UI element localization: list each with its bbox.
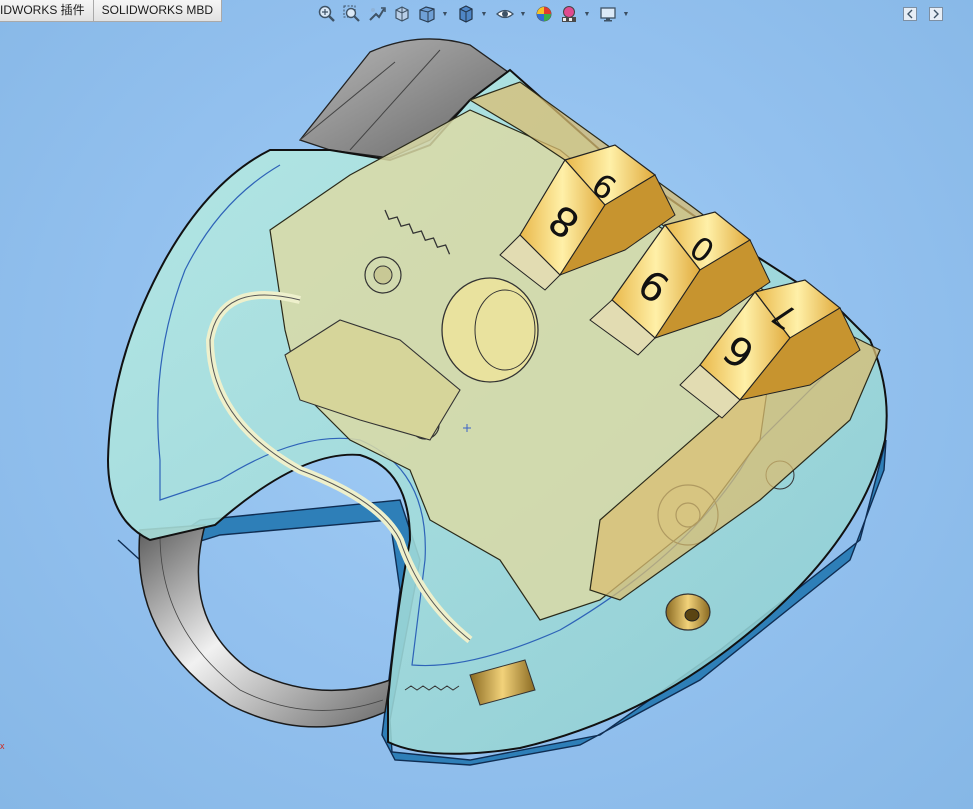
shackle xyxy=(138,524,391,728)
edit-appearance-icon[interactable] xyxy=(533,3,555,25)
zoom-to-area-icon[interactable] xyxy=(341,3,363,25)
graphics-area[interactable]: 9 8 0 9 7 6 IDWORKS 插件 SOLIDWORKS MBD ▼ … xyxy=(0,0,973,809)
heads-up-view-toolbar: ▼ ▼ ▼ ▼ ▼ xyxy=(316,3,633,25)
section-view-icon[interactable] xyxy=(391,3,413,25)
expand-right-icon[interactable] xyxy=(929,7,943,21)
tab-solidworks-mbd[interactable]: SOLIDWORKS MBD xyxy=(92,0,223,22)
origin-marker: x xyxy=(0,741,5,751)
view-orientation-dropdown-icon[interactable]: ▼ xyxy=(441,3,449,25)
previous-view-icon[interactable] xyxy=(366,3,388,25)
hide-show-items-icon[interactable] xyxy=(494,3,516,25)
apply-scene-dropdown-icon[interactable]: ▼ xyxy=(583,3,591,25)
view-settings-icon[interactable] xyxy=(597,3,619,25)
apply-scene-icon[interactable] xyxy=(558,3,580,25)
collapse-left-icon[interactable] xyxy=(903,7,917,21)
hide-show-dropdown-icon[interactable]: ▼ xyxy=(519,3,527,25)
padlock-model[interactable]: 9 8 0 9 7 6 xyxy=(0,0,973,809)
zoom-to-fit-icon[interactable] xyxy=(316,3,338,25)
view-settings-dropdown-icon[interactable]: ▼ xyxy=(622,3,630,25)
viewport-controls xyxy=(903,7,943,21)
display-style-icon[interactable] xyxy=(455,3,477,25)
tab-addins[interactable]: IDWORKS 插件 xyxy=(0,0,94,22)
view-orientation-icon[interactable] xyxy=(416,3,438,25)
display-style-dropdown-icon[interactable]: ▼ xyxy=(480,3,488,25)
command-manager-tabs: IDWORKS 插件 SOLIDWORKS MBD xyxy=(0,0,223,22)
